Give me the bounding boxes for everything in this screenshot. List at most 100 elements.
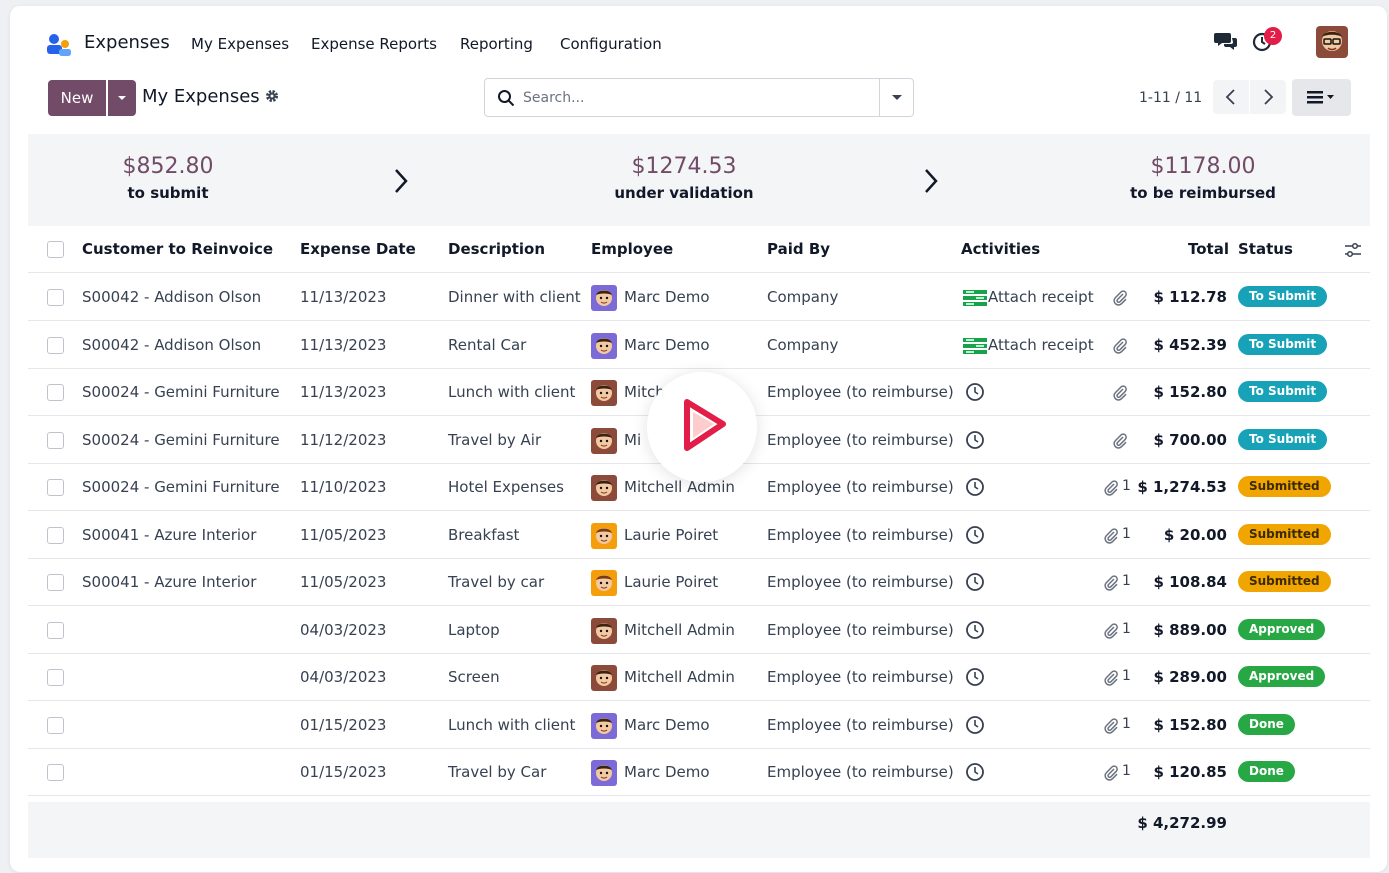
col-paid-by[interactable]: Paid By (767, 240, 830, 258)
pager-value[interactable]: 1-11 / 11 (1139, 90, 1202, 106)
cell-employee[interactable]: Laurie Poiret (624, 573, 718, 591)
cell-employee[interactable]: Mitchell Admin (624, 668, 735, 686)
cell-employee[interactable]: Marc Demo (624, 336, 710, 354)
col-status[interactable]: Status (1238, 240, 1293, 258)
table-row[interactable]: S00041 - Azure Interior 11/05/2023 Break… (28, 512, 1370, 559)
menu-reporting[interactable]: Reporting (460, 35, 533, 53)
paperclip-icon[interactable] (1104, 717, 1118, 734)
row-checkbox[interactable] (47, 479, 64, 496)
cell-employee[interactable]: Laurie Poiret (624, 526, 718, 544)
status-badge: Approved (1238, 618, 1326, 640)
row-checkbox[interactable] (47, 289, 64, 306)
upload-activity-icon[interactable] (963, 337, 987, 355)
cell-total: $ 700.00 (1153, 430, 1227, 449)
list-view-switcher[interactable] (1292, 79, 1351, 116)
col-activities[interactable]: Activities (961, 240, 1040, 258)
menu-my-expenses[interactable]: My Expenses (191, 35, 289, 53)
table-row[interactable]: 01/15/2023 Travel by Car Marc Demo Emplo… (28, 749, 1370, 796)
row-checkbox[interactable] (47, 716, 64, 734)
clock-icon[interactable] (965, 572, 985, 592)
col-description[interactable]: Description (448, 240, 545, 258)
paperclip-icon[interactable] (1104, 670, 1118, 686)
cell-description: Travel by car (448, 573, 545, 591)
search-input[interactable] (521, 79, 871, 116)
row-checkbox[interactable] (47, 384, 64, 401)
cell-employee[interactable]: Marc Demo (624, 288, 710, 306)
pager-next-button[interactable] (1250, 80, 1286, 114)
menu-configuration[interactable]: Configuration (560, 35, 662, 53)
chat-icon[interactable] (1214, 30, 1238, 52)
cell-employee[interactable]: Marc Demo (624, 716, 710, 734)
status-badge: Approved (1238, 666, 1326, 687)
clock-icon[interactable] (965, 525, 985, 545)
paperclip-icon[interactable] (1104, 765, 1118, 781)
paperclip-icon[interactable] (1104, 575, 1118, 591)
paperclip-icon[interactable] (1113, 290, 1127, 306)
cell-expense-date: 11/12/2023 (300, 430, 387, 449)
col-total[interactable]: Total (1188, 240, 1229, 258)
cell-employee[interactable]: Marc Demo (624, 763, 710, 781)
expenses-app-icon[interactable] (46, 32, 72, 58)
col-customer[interactable]: Customer to Reinvoice (82, 240, 273, 258)
attachment-count: 1 (1122, 763, 1131, 779)
paperclip-icon[interactable] (1113, 385, 1127, 401)
summary-under-validation[interactable]: $1274.53 under validation (584, 152, 784, 204)
row-checkbox[interactable] (47, 669, 64, 686)
summary-to-submit[interactable]: $852.80 to submit (88, 152, 248, 204)
play-icon (684, 399, 726, 451)
row-checkbox[interactable] (47, 526, 64, 544)
clock-icon[interactable] (965, 620, 985, 640)
paperclip-icon[interactable] (1113, 337, 1127, 354)
clock-icon[interactable] (965, 667, 985, 687)
row-checkbox[interactable] (47, 574, 64, 591)
row-checkbox[interactable] (47, 764, 64, 781)
cell-customer: S00024 - Gemini Furniture (82, 383, 280, 401)
clock-icon[interactable] (965, 715, 985, 735)
table-row[interactable]: 01/15/2023 Lunch with client Marc Demo E… (28, 702, 1370, 749)
video-play-button[interactable] (647, 372, 757, 482)
paperclip-icon[interactable] (1104, 622, 1118, 639)
row-checkbox[interactable] (47, 431, 64, 449)
table-row[interactable]: S00041 - Azure Interior 11/05/2023 Trave… (28, 559, 1370, 606)
select-all-checkbox[interactable] (47, 241, 64, 258)
table-row[interactable]: S00042 - Addison Olson 11/13/2023 Dinner… (28, 274, 1370, 321)
user-avatar[interactable] (1316, 26, 1348, 58)
clock-icon[interactable] (965, 762, 985, 782)
column-options-icon[interactable] (1344, 242, 1362, 258)
search-options-toggle[interactable] (879, 79, 913, 116)
clock-icon[interactable] (965, 477, 985, 497)
new-dropdown-toggle[interactable] (108, 80, 136, 116)
col-employee[interactable]: Employee (591, 240, 673, 258)
pager-previous-button[interactable] (1213, 80, 1249, 114)
gear-icon[interactable] (265, 89, 279, 103)
paperclip-icon[interactable] (1104, 480, 1118, 496)
new-button[interactable]: New (48, 80, 106, 116)
clock-icon[interactable] (965, 430, 985, 450)
cell-employee[interactable]: Mi (624, 431, 641, 449)
cell-paid-by: Employee (to reimburse) (767, 525, 954, 544)
employee-avatar (591, 570, 617, 596)
cell-employee[interactable]: Mitchell Admin (624, 621, 735, 639)
paperclip-icon[interactable] (1104, 527, 1118, 544)
upload-activity-icon[interactable] (963, 289, 987, 307)
status-badge: To Submit (1238, 286, 1328, 307)
table-row[interactable]: 04/03/2023 Screen Mitchell Admin Employe… (28, 654, 1370, 701)
row-checkbox[interactable] (47, 621, 64, 639)
table-row[interactable]: 04/03/2023 Laptop Mitchell Admin Employe… (28, 607, 1370, 654)
cell-paid-by: Company (767, 335, 839, 354)
row-checkbox[interactable] (47, 336, 64, 354)
breadcrumb: My Expenses (142, 86, 260, 107)
app-name[interactable]: Expenses (84, 32, 170, 53)
col-expense-date[interactable]: Expense Date (300, 240, 416, 258)
table-row[interactable]: S00042 - Addison Olson 11/13/2023 Rental… (28, 322, 1370, 369)
clock-icon[interactable] (965, 382, 985, 402)
paperclip-icon[interactable] (1113, 432, 1127, 449)
cell-customer: S00042 - Addison Olson (82, 335, 262, 354)
menu-expense-reports[interactable]: Expense Reports (311, 35, 437, 53)
employee-avatar (591, 617, 617, 644)
summary-to-be-reimbursed[interactable]: $1178.00 to be reimbursed (1108, 152, 1298, 204)
cell-total: $ 108.84 (1153, 573, 1227, 591)
activity-label[interactable]: Attach receipt (988, 288, 1094, 306)
cell-total: $ 120.85 (1153, 763, 1227, 781)
activity-label[interactable]: Attach receipt (988, 336, 1094, 354)
